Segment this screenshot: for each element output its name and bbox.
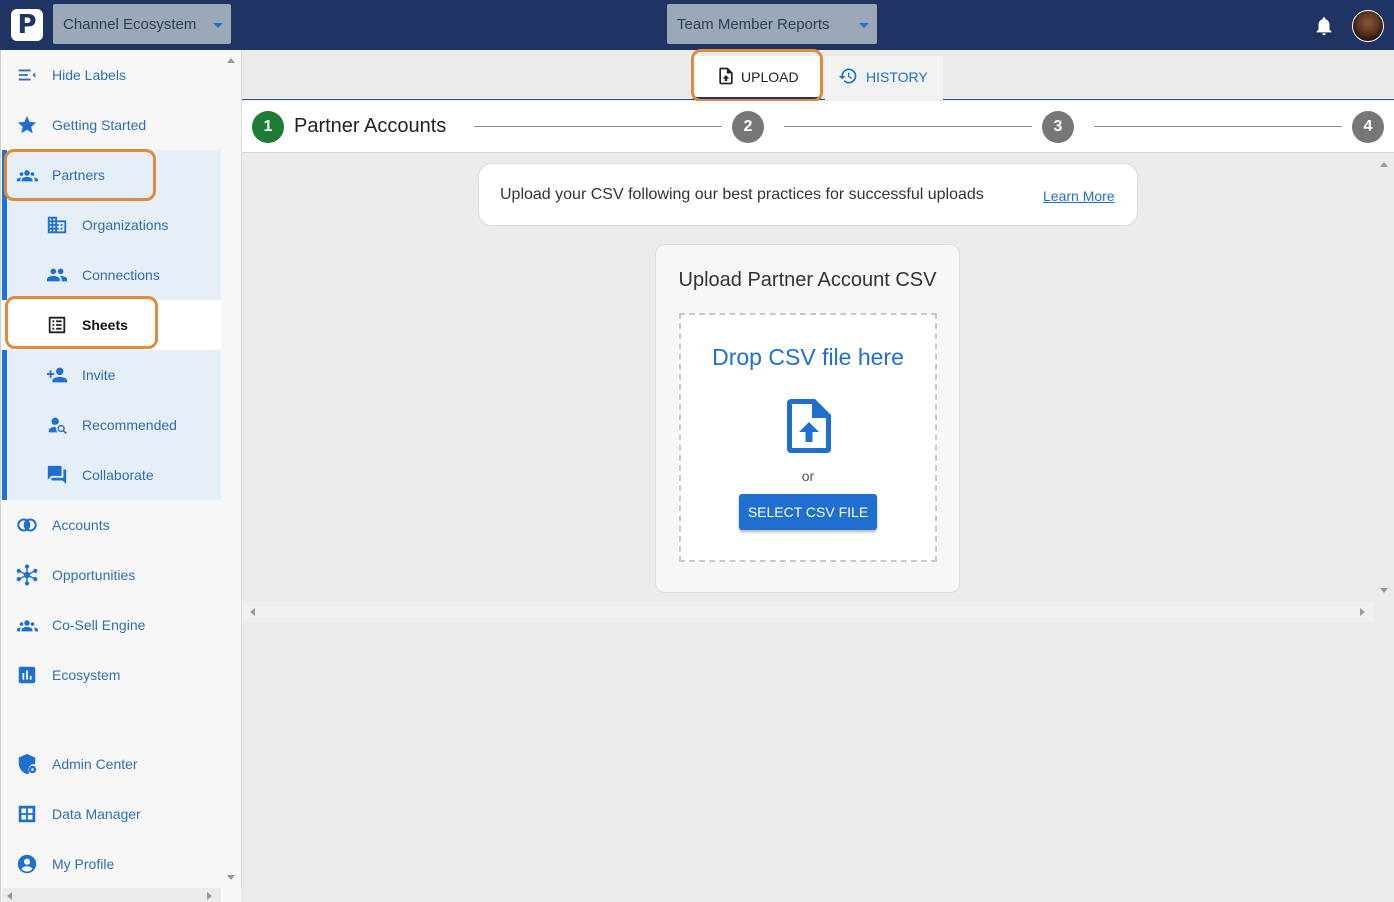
main-panel: UPLOAD HISTORY 1 Partner Accounts 2 3 4 …: [242, 49, 1394, 902]
drop-heading: Drop CSV file here: [712, 344, 904, 370]
scroll-up-icon[interactable]: [1380, 162, 1388, 167]
sidebar-item-label: Connections: [82, 267, 160, 283]
scroll-up-icon[interactable]: [227, 58, 235, 63]
sidebar-item-label: Getting Started: [52, 117, 147, 133]
step-3-circle: 3: [1042, 111, 1074, 143]
people-icon: [46, 268, 68, 282]
history-icon: [838, 68, 857, 84]
step-connector: [1094, 126, 1342, 127]
sidebar-item-recommended[interactable]: Recommended: [2, 400, 221, 450]
scroll-down-icon[interactable]: [227, 875, 235, 880]
scroll-down-icon[interactable]: [1380, 588, 1388, 593]
sidebar-item-label: Co-Sell Engine: [52, 617, 146, 633]
tab-history-label: HISTORY: [866, 69, 928, 85]
or-text: or: [801, 468, 815, 484]
sidebar-item-label: Collaborate: [82, 467, 154, 483]
content-area: Upload your CSV following our best pract…: [242, 154, 1394, 622]
learn-more-link[interactable]: Learn More: [1043, 188, 1115, 204]
sidebar-item-label: Recommended: [82, 417, 177, 433]
sidebar-item-label: My Profile: [52, 856, 115, 872]
sidebar-scrollbar[interactable]: [221, 50, 242, 888]
user-avatar[interactable]: [1352, 10, 1384, 42]
sidebar-item-label: Data Manager: [52, 806, 141, 822]
step-4-circle: 4: [1352, 111, 1384, 143]
sidebar-item-getting-started[interactable]: Getting Started: [2, 100, 221, 150]
sidebar-item-hide-labels[interactable]: Hide Labels: [2, 50, 221, 100]
grid-icon: [18, 805, 36, 823]
logo-letter: P: [17, 10, 37, 40]
collapse-menu-icon: [18, 69, 36, 81]
sheets-highlight: [5, 296, 158, 349]
workspace-select[interactable]: Channel Ecosystem: [53, 4, 231, 44]
upload-card-title: Upload Partner Account CSV: [678, 269, 937, 291]
sidebar-item-co-sell-engine[interactable]: Co-Sell Engine: [2, 600, 221, 650]
sidebar-item-ecosystem[interactable]: Ecosystem: [2, 650, 221, 700]
scroll-right-icon[interactable]: [1360, 608, 1365, 616]
overlap-circles-icon: [17, 518, 37, 532]
stepper: 1 Partner Accounts 2 3 4: [242, 101, 1394, 153]
group-icon: [16, 620, 38, 632]
app-logo[interactable]: P: [11, 9, 43, 41]
shield-icon: [18, 753, 37, 775]
tab-history[interactable]: HISTORY: [825, 56, 943, 100]
info-banner: Upload your CSV following our best pract…: [478, 163, 1138, 226]
sidebar-item-collaborate[interactable]: Collaborate: [2, 450, 221, 500]
star-icon: [17, 115, 37, 134]
person-add-icon: [46, 367, 68, 383]
step-2-circle: 2: [732, 111, 764, 143]
chevron-down-icon: [859, 23, 869, 28]
sidebar-item-organizations[interactable]: Organizations: [2, 200, 221, 250]
upload-tab-highlight: [691, 49, 823, 102]
report-select-value: Team Member Reports: [677, 16, 830, 33]
sidebar: Hide Labels Getting Started Partners Org…: [0, 50, 242, 902]
hub-icon: [16, 564, 38, 586]
sidebar-item-invite[interactable]: Invite: [2, 350, 221, 400]
sidebar-item-label: Ecosystem: [52, 667, 121, 683]
select-csv-button[interactable]: SELECT CSV FILE: [739, 494, 877, 530]
workspace-select-value: Channel Ecosystem: [63, 16, 197, 33]
building-icon: [47, 216, 67, 234]
chevron-down-icon: [213, 23, 223, 28]
sidebar-item-accounts[interactable]: Accounts: [2, 500, 221, 550]
sidebar-item-label: Invite: [82, 367, 116, 383]
step-title: Partner Accounts: [294, 115, 447, 137]
sidebar-item-opportunities[interactable]: Opportunities: [2, 550, 221, 600]
step-connector: [784, 126, 1032, 127]
content-horizontal-scrollbar[interactable]: [242, 602, 1374, 622]
file-upload-icon: [787, 399, 831, 453]
banner-text: Upload your CSV following our best pract…: [500, 186, 984, 203]
step-connector: [474, 126, 722, 127]
partners-highlight: [4, 149, 156, 201]
csv-drop-zone[interactable]: Drop CSV file here or SELECT CSV FILE: [679, 313, 937, 562]
bar-chart-icon: [18, 666, 36, 684]
sidebar-item-connections[interactable]: Connections: [2, 250, 221, 300]
sidebar-item-label: Admin Center: [52, 756, 138, 772]
chat-icon: [47, 465, 67, 485]
upload-card: Upload Partner Account CSV Drop CSV file…: [655, 244, 960, 593]
sidebar-item-data-manager[interactable]: Data Manager: [2, 789, 221, 839]
person-search-icon: [48, 417, 67, 434]
sidebar-item-label: Hide Labels: [52, 67, 126, 83]
scroll-left-icon[interactable]: [250, 608, 255, 616]
scroll-right-icon[interactable]: [207, 892, 212, 900]
tab-bar: UPLOAD HISTORY: [242, 49, 1394, 102]
sidebar-item-admin-center[interactable]: Admin Center: [2, 739, 221, 789]
scroll-left-icon[interactable]: [7, 892, 12, 900]
report-select[interactable]: Team Member Reports: [667, 4, 877, 44]
step-1-circle: 1: [252, 111, 284, 143]
sidebar-horizontal-scrollbar[interactable]: [2, 888, 221, 902]
sidebar-item-label: Accounts: [52, 517, 110, 533]
content-vertical-scrollbar[interactable]: [1374, 154, 1394, 602]
bell-icon[interactable]: [1313, 15, 1335, 37]
sidebar-item-label: Opportunities: [52, 567, 136, 583]
account-circle-icon: [17, 854, 37, 874]
sidebar-item-label: Organizations: [82, 217, 169, 233]
sidebar-item-my-profile[interactable]: My Profile: [2, 839, 221, 889]
top-bar: P Channel Ecosystem Team Member Reports: [0, 0, 1394, 50]
